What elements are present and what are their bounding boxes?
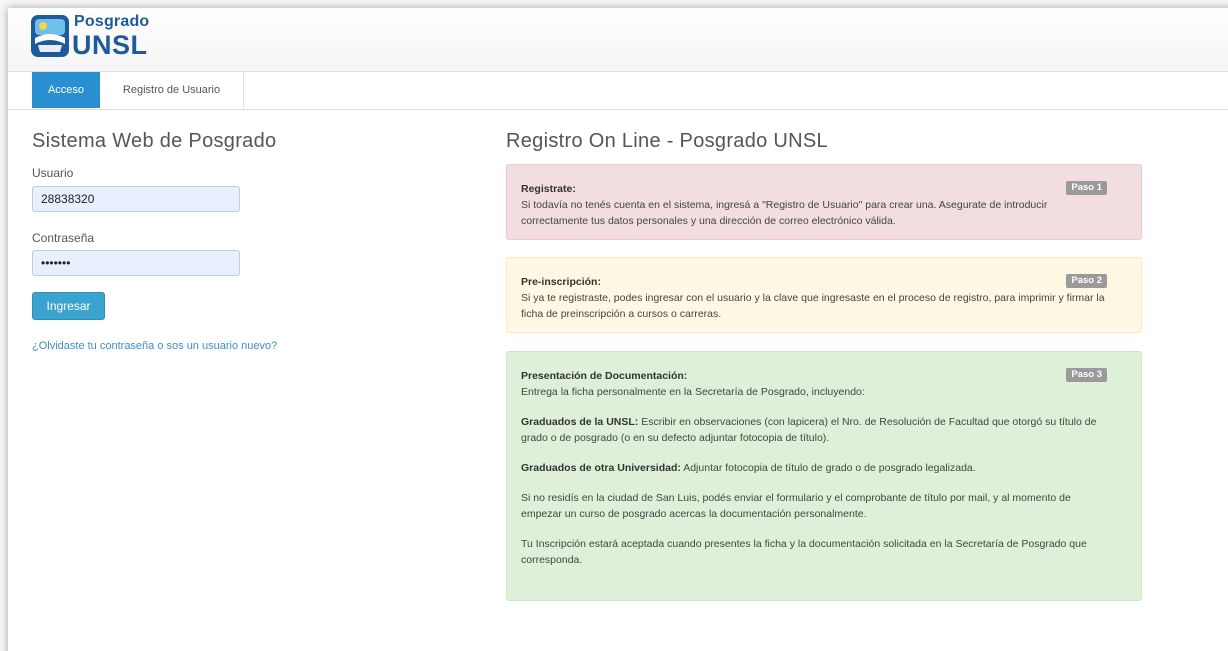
step-text: Si ya te registraste, podes ingresar con… <box>521 292 1105 320</box>
nav-tabs: Acceso Registro de Usuario <box>8 72 1228 110</box>
grad-unsl-label: Graduados de la UNSL: <box>521 416 639 428</box>
page-frame: Posgrado UNSL Acceso Registro de Usuario… <box>8 8 1228 651</box>
step-3-panel: Paso 3 Presentación de Documentación: En… <box>506 351 1142 601</box>
step-title: Presentación de Documentación: <box>521 370 688 382</box>
header: Posgrado UNSL <box>8 8 1228 72</box>
step-title: Registrate: <box>521 183 576 195</box>
grad-otra-text: Adjuntar fotocopia de título de grado o … <box>683 462 976 474</box>
password-label: Contraseña <box>32 231 95 245</box>
tab-registro-usuario[interactable]: Registro de Usuario <box>100 72 244 108</box>
user-input[interactable] <box>32 186 240 212</box>
logo-text-bottom: UNSL <box>72 30 148 60</box>
registro-title: Registro On Line - Posgrado UNSL <box>506 130 828 152</box>
tab-acceso[interactable]: Acceso <box>32 72 100 108</box>
user-label: Usuario <box>32 166 74 180</box>
login-title: Sistema Web de Posgrado <box>32 130 277 152</box>
grad-otra-label: Graduados de otra Universidad: <box>521 462 681 474</box>
logo[interactable]: Posgrado UNSL <box>30 12 170 64</box>
step-1-panel: Paso 1 Registrate: Si todavía no tenés c… <box>506 164 1142 240</box>
ingresar-button[interactable]: Ingresar <box>32 292 105 320</box>
grad-unsl-paragraph: Graduados de la UNSL: Escribir en observ… <box>521 414 1111 446</box>
forgot-password-link[interactable]: ¿Olvidaste tu contraseña o sos un usuari… <box>32 340 277 352</box>
password-input[interactable] <box>32 250 240 276</box>
step-text: Si todavía no tenés cuenta en el sistema… <box>521 199 1048 227</box>
step-2-panel: Paso 2 Pre-inscripción: Si ya te registr… <box>506 257 1142 333</box>
step-text: Entrega la ficha personalmente en la Sec… <box>521 386 865 398</box>
grad-otra-paragraph: Graduados de otra Universidad: Adjuntar … <box>521 460 1111 476</box>
step-title: Pre-inscripción: <box>521 276 601 288</box>
aceptada-paragraph: Tu Inscripción estará aceptada cuando pr… <box>521 538 1087 566</box>
university-seal-icon <box>31 15 69 57</box>
no-residis-paragraph: Si no residís en la ciudad de San Luis, … <box>521 492 1071 520</box>
logo-text-top: Posgrado <box>74 13 150 30</box>
